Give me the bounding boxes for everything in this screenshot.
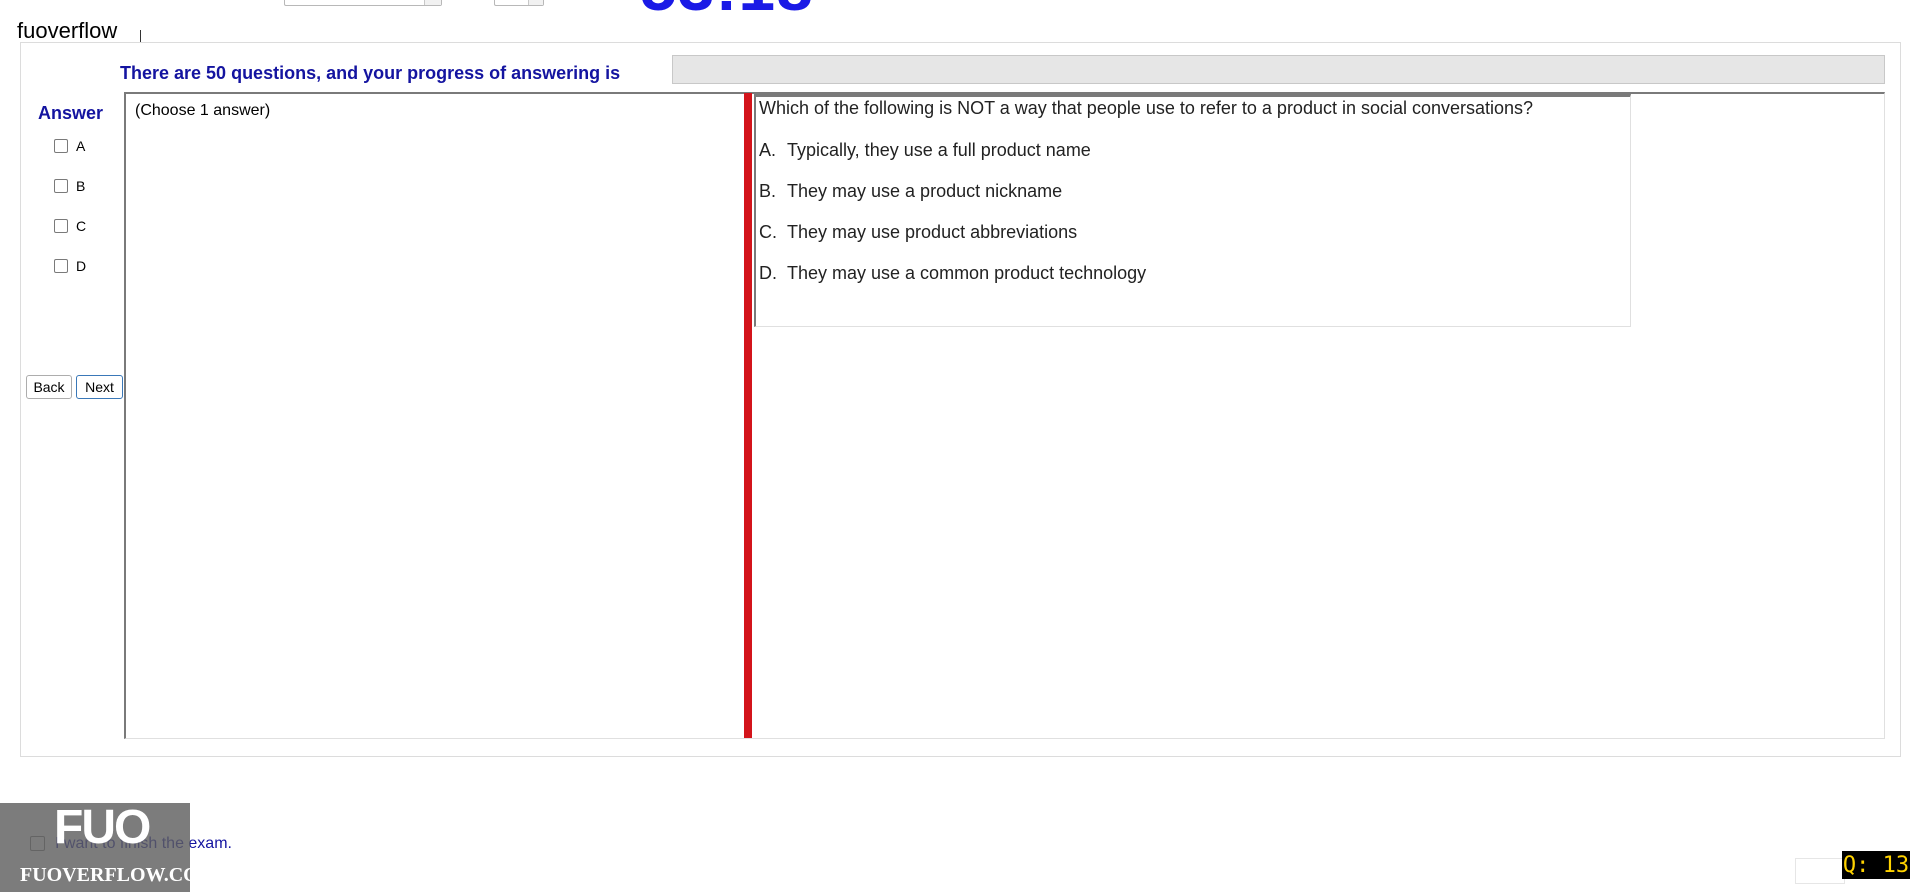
choice-d: D. They may use a common product technolo… xyxy=(759,263,1146,284)
chevron-down-icon[interactable] xyxy=(424,0,441,5)
choice-a: A. Typically, they use a full product nam… xyxy=(759,140,1091,161)
choice-text: They may use a common product technology xyxy=(787,263,1147,283)
answer-option-b[interactable]: B xyxy=(54,178,85,194)
exam-timer: 53:18 xyxy=(640,0,814,20)
checkbox[interactable] xyxy=(54,179,68,193)
progress-bar xyxy=(672,55,1885,84)
panel-splitter[interactable] xyxy=(744,93,752,738)
choice-letter: B. xyxy=(759,181,777,201)
next-button[interactable]: Next xyxy=(76,375,123,399)
checkbox[interactable] xyxy=(54,259,68,273)
choice-text: They may use product abbreviations xyxy=(787,222,1078,242)
answer-option-c[interactable]: C xyxy=(54,218,86,234)
progress-label: There are 50 questions, and your progres… xyxy=(120,63,621,83)
option-label: D xyxy=(76,258,87,274)
choose-instruction: (Choose 1 answer) xyxy=(135,102,271,119)
top-small-combo[interactable] xyxy=(494,0,544,6)
footer-input-box[interactable] xyxy=(1795,858,1845,884)
option-label: B xyxy=(76,178,86,194)
question-box xyxy=(754,94,1631,327)
choice-text: Typically, they use a full product name xyxy=(787,140,1091,160)
question-number-badge: Q: 13 xyxy=(1842,851,1910,879)
choice-c: C. They may use product abbreviations xyxy=(759,222,1077,243)
answer-title: Answer xyxy=(38,103,104,123)
logo-mark: FUO xyxy=(54,801,151,854)
chevron-down-icon[interactable] xyxy=(528,0,543,5)
choice-b: B. They may use a product nickname xyxy=(759,181,1062,202)
choice-letter: A. xyxy=(759,140,777,160)
checkbox[interactable] xyxy=(54,139,68,153)
question-text: Which of the following is NOT a way that… xyxy=(759,98,1534,118)
option-label: C xyxy=(76,218,87,234)
option-label: A xyxy=(76,138,86,154)
answer-option-d[interactable]: D xyxy=(54,258,86,274)
top-combo-box[interactable] xyxy=(284,0,442,6)
back-button[interactable]: Back xyxy=(26,375,72,399)
choice-text: They may use a product nickname xyxy=(787,181,1063,201)
answer-option-a[interactable]: A xyxy=(54,138,85,154)
checkbox[interactable] xyxy=(54,219,68,233)
logo-wordmark: FUOVERFLOW.COM xyxy=(20,864,218,886)
choice-letter: D. xyxy=(759,263,777,283)
choice-letter: C. xyxy=(759,222,777,242)
watermark-text: fuoverflow xyxy=(17,18,118,43)
